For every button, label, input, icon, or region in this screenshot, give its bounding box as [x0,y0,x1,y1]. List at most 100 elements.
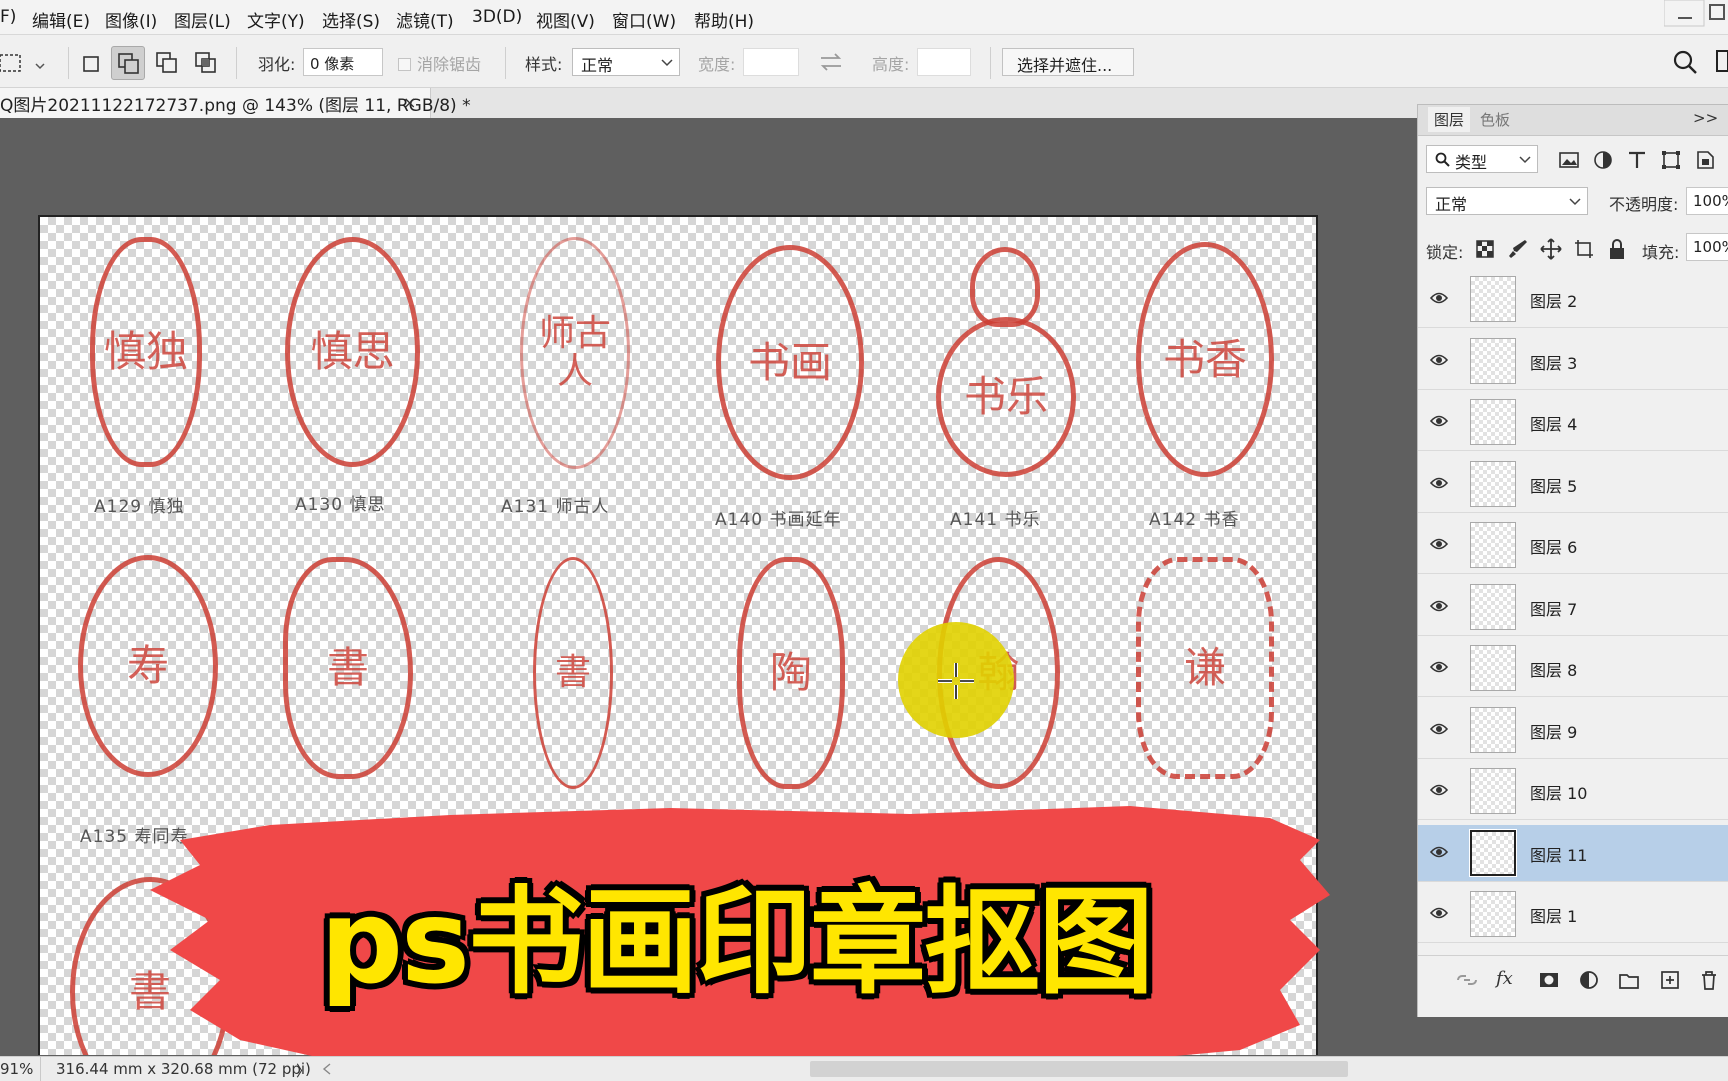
lock-all-icon[interactable] [1606,238,1628,260]
layers-panel: 图层 色板 >> 类型 正常 不透明度: 100% 锁定: 填充: 100% [1417,104,1728,1017]
antialias-checkbox[interactable]: 消除锯齿 [398,51,481,75]
link-layers-icon[interactable] [1456,969,1478,991]
layer-name: 图层 11 [1530,845,1588,865]
subtract-selection-icon[interactable] [150,46,184,80]
feather-label: 羽化: [258,55,296,74]
adjustment-layer-icon[interactable] [1578,969,1600,991]
menu-image[interactable]: 图像(I) [105,7,157,32]
layer-row[interactable]: 图层 8 [1418,640,1728,697]
eye-icon[interactable] [1430,353,1448,367]
new-selection-icon[interactable] [73,46,107,80]
separator [990,47,991,79]
banner-title: ps书画印章抠图 [320,875,1154,1010]
eye-icon[interactable] [1430,660,1448,674]
layer-row[interactable]: 图层 11 [1418,824,1728,882]
lock-artboard-icon[interactable] [1573,238,1595,260]
intersect-selection-icon[interactable] [189,46,223,80]
horizontal-scrollbar-thumb[interactable] [810,1061,1348,1077]
minimize-icon[interactable] [1664,0,1728,28]
layer-filter-select[interactable]: 类型 [1426,145,1538,173]
menu-filter[interactable]: 滤镜(T) [396,7,454,32]
lock-transparent-pixels-icon[interactable] [1474,238,1496,260]
swap-icon[interactable] [818,51,844,73]
panel-expand-icon[interactable]: >> [1693,109,1718,127]
select-and-mask-button[interactable]: 选择并遮住... [1002,48,1134,76]
feather-input[interactable]: 0 像素 [303,48,383,76]
eye-icon[interactable] [1430,722,1448,736]
document-tab[interactable]: Q图片20211122172737.png @ 143% (图层 11, RGB… [0,88,471,118]
eye-icon[interactable] [1430,291,1448,305]
blend-mode-value: 正常 [1435,195,1468,214]
menu-select[interactable]: 选择(S) [322,7,380,32]
layer-name: 图层 8 [1530,661,1578,680]
add-mask-icon[interactable] [1538,969,1560,991]
seal-a142: 书香 [1136,242,1274,477]
layer-row[interactable]: 图层 1 [1418,886,1728,943]
layer-row[interactable]: 图层 5 [1418,456,1728,513]
blend-row: 正常 不透明度: 100% [1418,187,1728,221]
layer-row[interactable]: 图层 7 [1418,579,1728,636]
seal-b1: 寿 [78,555,218,777]
layer-filter-label: 类型 [1455,153,1488,172]
layer-row[interactable]: 图层 2 [1418,271,1728,328]
menu-layer[interactable]: 图层(L) [174,7,231,32]
height-input[interactable] [917,48,971,76]
menu-edit[interactable]: 编辑(E) [32,7,90,32]
search-icon[interactable] [1672,49,1698,75]
eye-icon[interactable] [1430,783,1448,797]
tab-layers[interactable]: 图层 [1428,107,1471,132]
eye-icon[interactable] [1430,599,1448,613]
chevron-down-icon [1519,156,1531,164]
layer-row[interactable]: 图层 3 [1418,333,1728,390]
layer-row[interactable]: 图层 6 [1418,517,1728,574]
seal-b4: 陶 [737,557,845,789]
new-layer-icon[interactable] [1659,969,1681,991]
menu-window[interactable]: 窗口(W) [612,7,676,32]
menu-file[interactable]: F) [0,7,16,27]
adjustment-filter-icon[interactable] [1592,149,1614,171]
shape-filter-icon[interactable] [1660,149,1682,171]
tab-swatches[interactable]: 色板 [1480,109,1510,130]
menu-3d[interactable]: 3D(D) [472,7,522,27]
width-label: 宽度: [698,55,736,74]
width-input[interactable] [743,48,799,76]
add-to-selection-icon[interactable] [111,46,145,80]
menu-view[interactable]: 视图(V) [536,7,595,32]
scroll-left-icon[interactable] [322,1063,332,1075]
smart-object-filter-icon[interactable] [1694,149,1716,171]
lock-position-icon[interactable] [1540,238,1562,260]
menu-type[interactable]: 文字(Y) [247,7,305,32]
layer-row[interactable]: 图层 9 [1418,702,1728,759]
seal-glyph: 师古人 [538,313,611,392]
layer-row[interactable]: 图层 10 [1418,763,1728,820]
close-icon[interactable]: × [403,93,416,112]
eye-icon[interactable] [1430,476,1448,490]
seal-caption: A131 师古人 [501,497,610,517]
new-group-icon[interactable] [1618,969,1640,991]
zoom-level[interactable]: 91% [0,1060,33,1078]
layer-row[interactable]: 图层 4 [1418,394,1728,451]
menu-help[interactable]: 帮助(H) [694,7,754,32]
layer-name: 图层 6 [1530,538,1578,557]
seal-glyph: 慎独 [103,326,188,376]
height-label: 高度: [872,55,910,74]
layer-list: 图层 2 图层 3 图层 4 图层 5 图层 6 图层 7 图层 8 图层 9 图层 10 图层 … [1418,271,1728,951]
blend-mode-select[interactable]: 正常 [1426,187,1588,215]
eye-icon[interactable] [1430,906,1448,920]
fill-input[interactable]: 100% [1686,233,1728,261]
eye-icon[interactable] [1430,845,1448,859]
layer-name: 图层 10 [1530,784,1588,803]
workspace-icon[interactable] [1716,49,1728,75]
eye-icon[interactable] [1430,414,1448,428]
status-menu-arrow[interactable]: 〉 [296,1060,311,1081]
marquee-tool-icon[interactable] [0,46,48,80]
fx-icon[interactable]: fx [1496,968,1513,989]
delete-layer-icon[interactable] [1698,969,1720,991]
eye-icon[interactable] [1430,537,1448,551]
lock-image-pixels-icon[interactable] [1507,238,1529,260]
separator [40,1057,41,1081]
style-select[interactable]: 正常 [572,48,680,76]
opacity-input[interactable]: 100% [1686,187,1728,215]
type-filter-icon[interactable] [1626,149,1648,171]
image-filter-icon[interactable] [1558,149,1580,171]
